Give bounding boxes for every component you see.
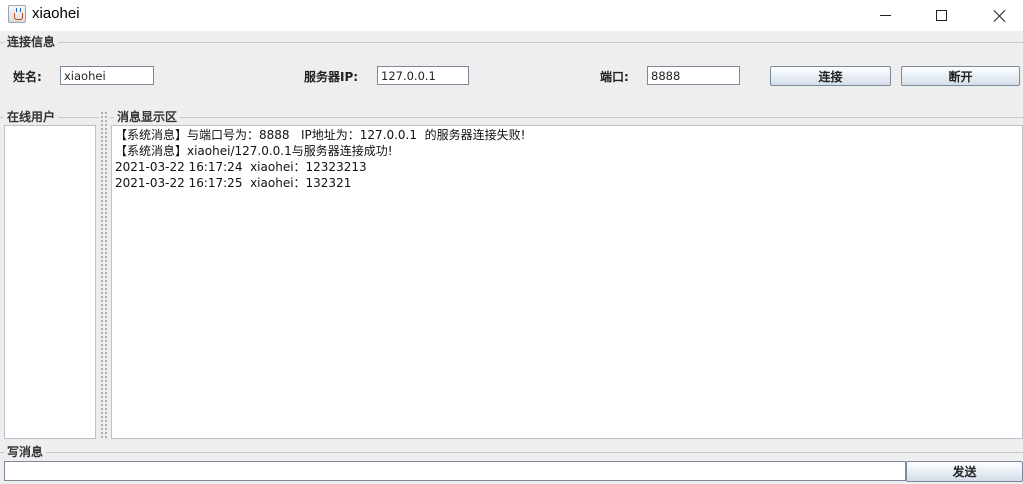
send-button[interactable]: 发送 [906,461,1023,482]
name-label: 姓名: [13,70,42,84]
online-users-list[interactable] [4,125,96,439]
server-ip-label: 服务器IP: [304,70,359,84]
window-title: xiaohei [32,5,80,22]
connect-button[interactable]: 连接 [770,66,891,86]
maximize-icon [935,10,947,21]
minimize-button[interactable] [862,0,908,31]
close-icon [993,9,1007,23]
message-line: 【系统消息】xiaohei/127.0.0.1与服务器连接成功! [115,144,393,158]
compose-group-title: 写消息 [4,444,47,460]
message-display-title: 消息显示区 [114,109,181,125]
maximize-button[interactable] [918,0,964,31]
minimize-icon [879,15,891,16]
message-line: 2021-03-22 16:17:25 xiaohei：132321 [115,176,352,190]
name-input[interactable] [60,66,154,85]
title-bar: xiaohei [0,0,1023,31]
disconnect-button[interactable]: 断开 [901,66,1020,86]
message-line: 【系统消息】与端口号为：8888 IP地址为：127.0.0.1 的服务器连接失… [115,128,526,142]
java-cup-icon [8,5,26,23]
close-button[interactable] [977,0,1023,31]
server-ip-input[interactable] [377,66,469,85]
online-users-title: 在线用户 [4,109,59,125]
message-input[interactable] [4,461,906,481]
message-line: 2021-03-22 16:17:24 xiaohei：12323213 [115,160,367,174]
split-pane-divider[interactable] [99,110,107,440]
port-label: 端口: [600,70,629,84]
connection-group-title: 连接信息 [4,34,59,50]
message-display-area[interactable]: 【系统消息】与端口号为：8888 IP地址为：127.0.0.1 的服务器连接失… [111,125,1023,439]
port-input[interactable] [647,66,740,85]
